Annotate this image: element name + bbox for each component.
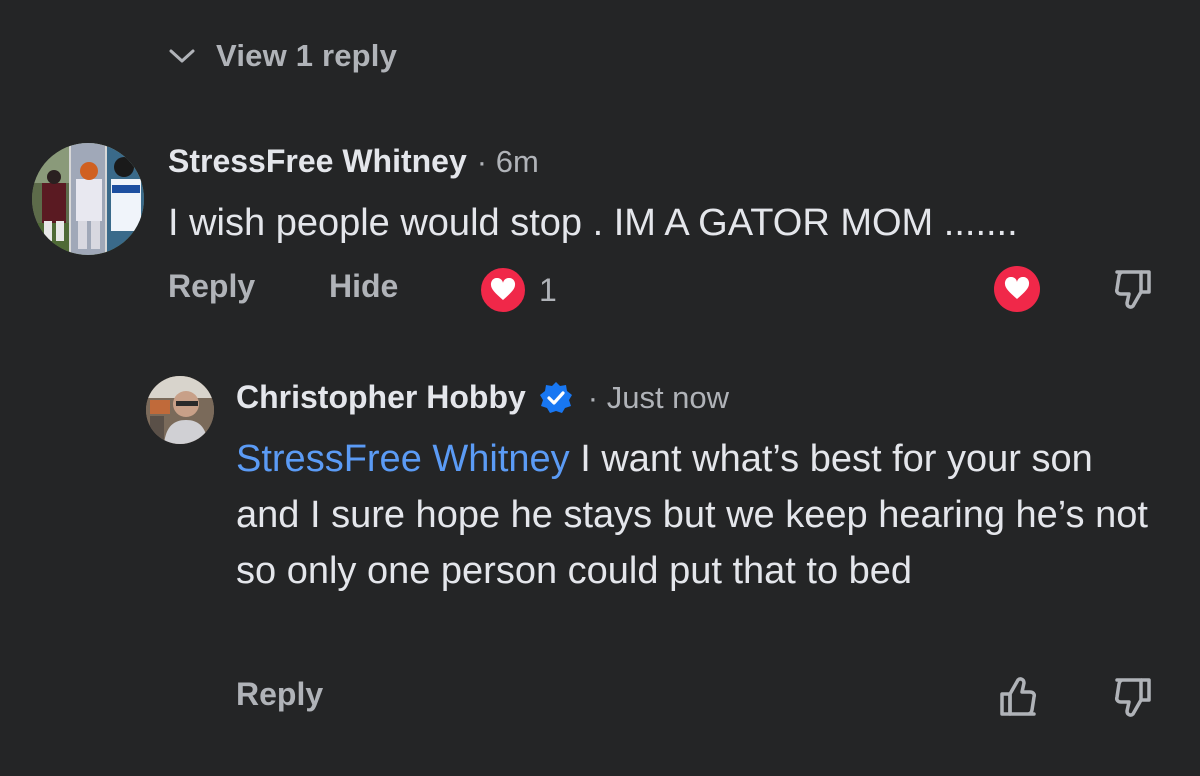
mention-link[interactable]: StressFree Whitney [236,438,570,480]
comment-timestamp[interactable]: · Just now [588,380,729,416]
verified-badge-icon [539,381,572,413]
avatar-image [146,376,214,444]
hide-button[interactable]: Hide [329,268,398,305]
view-replies-link[interactable]: View 1 reply [168,38,397,74]
avatar[interactable] [146,376,214,444]
avatar[interactable] [32,143,144,255]
reaction-summary[interactable]: 1 [479,266,557,314]
comment-text: I wish people would stop . IM A GATOR MO… [168,202,1018,244]
dislike-button[interactable] [1111,266,1157,317]
heart-icon [479,266,527,314]
comment-timestamp[interactable]: · 6m [477,144,539,180]
love-reaction-button[interactable] [994,266,1040,312]
like-button[interactable] [994,674,1040,725]
thumbs-up-icon [1000,677,1036,716]
reply-button[interactable]: Reply [236,676,323,713]
comment-author[interactable]: Christopher Hobby [236,379,526,416]
avatar-image [32,143,144,255]
reply-button[interactable]: Reply [168,268,255,305]
thumbs-down-icon [1115,270,1151,309]
dislike-button[interactable] [1111,674,1157,725]
thumbs-down-icon [1115,678,1151,717]
view-replies-label: View 1 reply [216,38,398,73]
heart-icon [1004,277,1030,299]
comment-text: StressFree Whitney I want what’s best fo… [236,431,1156,599]
reaction-count: 1 [539,271,557,308]
comment-author[interactable]: StressFree Whitney [168,143,467,180]
chevron-down-icon [169,49,195,63]
